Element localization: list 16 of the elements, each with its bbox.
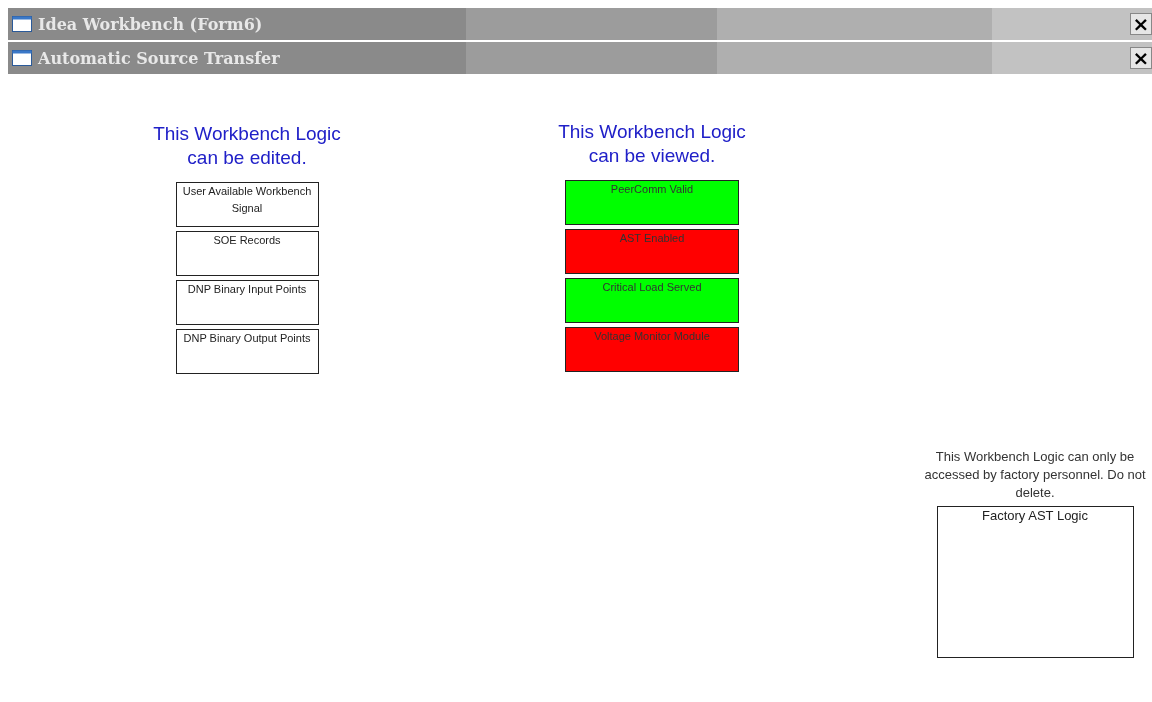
window-title: Automatic Source Transfer [38, 48, 281, 68]
section-heading: This Workbench Logic can be edited. [152, 122, 342, 170]
logic-block[interactable]: DNP Binary Output Points [175, 329, 319, 374]
window-icon [12, 16, 32, 32]
logic-block[interactable]: SOE Records [175, 231, 319, 276]
close-button[interactable]: × [1130, 47, 1152, 69]
status-block[interactable]: PeerComm Valid [565, 180, 739, 225]
close-button[interactable]: × [1130, 13, 1152, 35]
factory-note: This Workbench Logic can only be accessed by factory personnel. Do not delete. [923, 448, 1147, 502]
logic-block[interactable]: User Available Workbench Signal [175, 182, 319, 227]
window-title: Idea Workbench (Form6) [38, 14, 264, 34]
window-icon [12, 50, 32, 66]
section-heading: This Workbench Logic can be viewed. [557, 120, 747, 168]
status-block[interactable]: Critical Load Served [565, 278, 739, 323]
logic-block[interactable]: Factory AST Logic [936, 506, 1134, 658]
logic-block[interactable]: DNP Binary Input Points [175, 280, 319, 325]
